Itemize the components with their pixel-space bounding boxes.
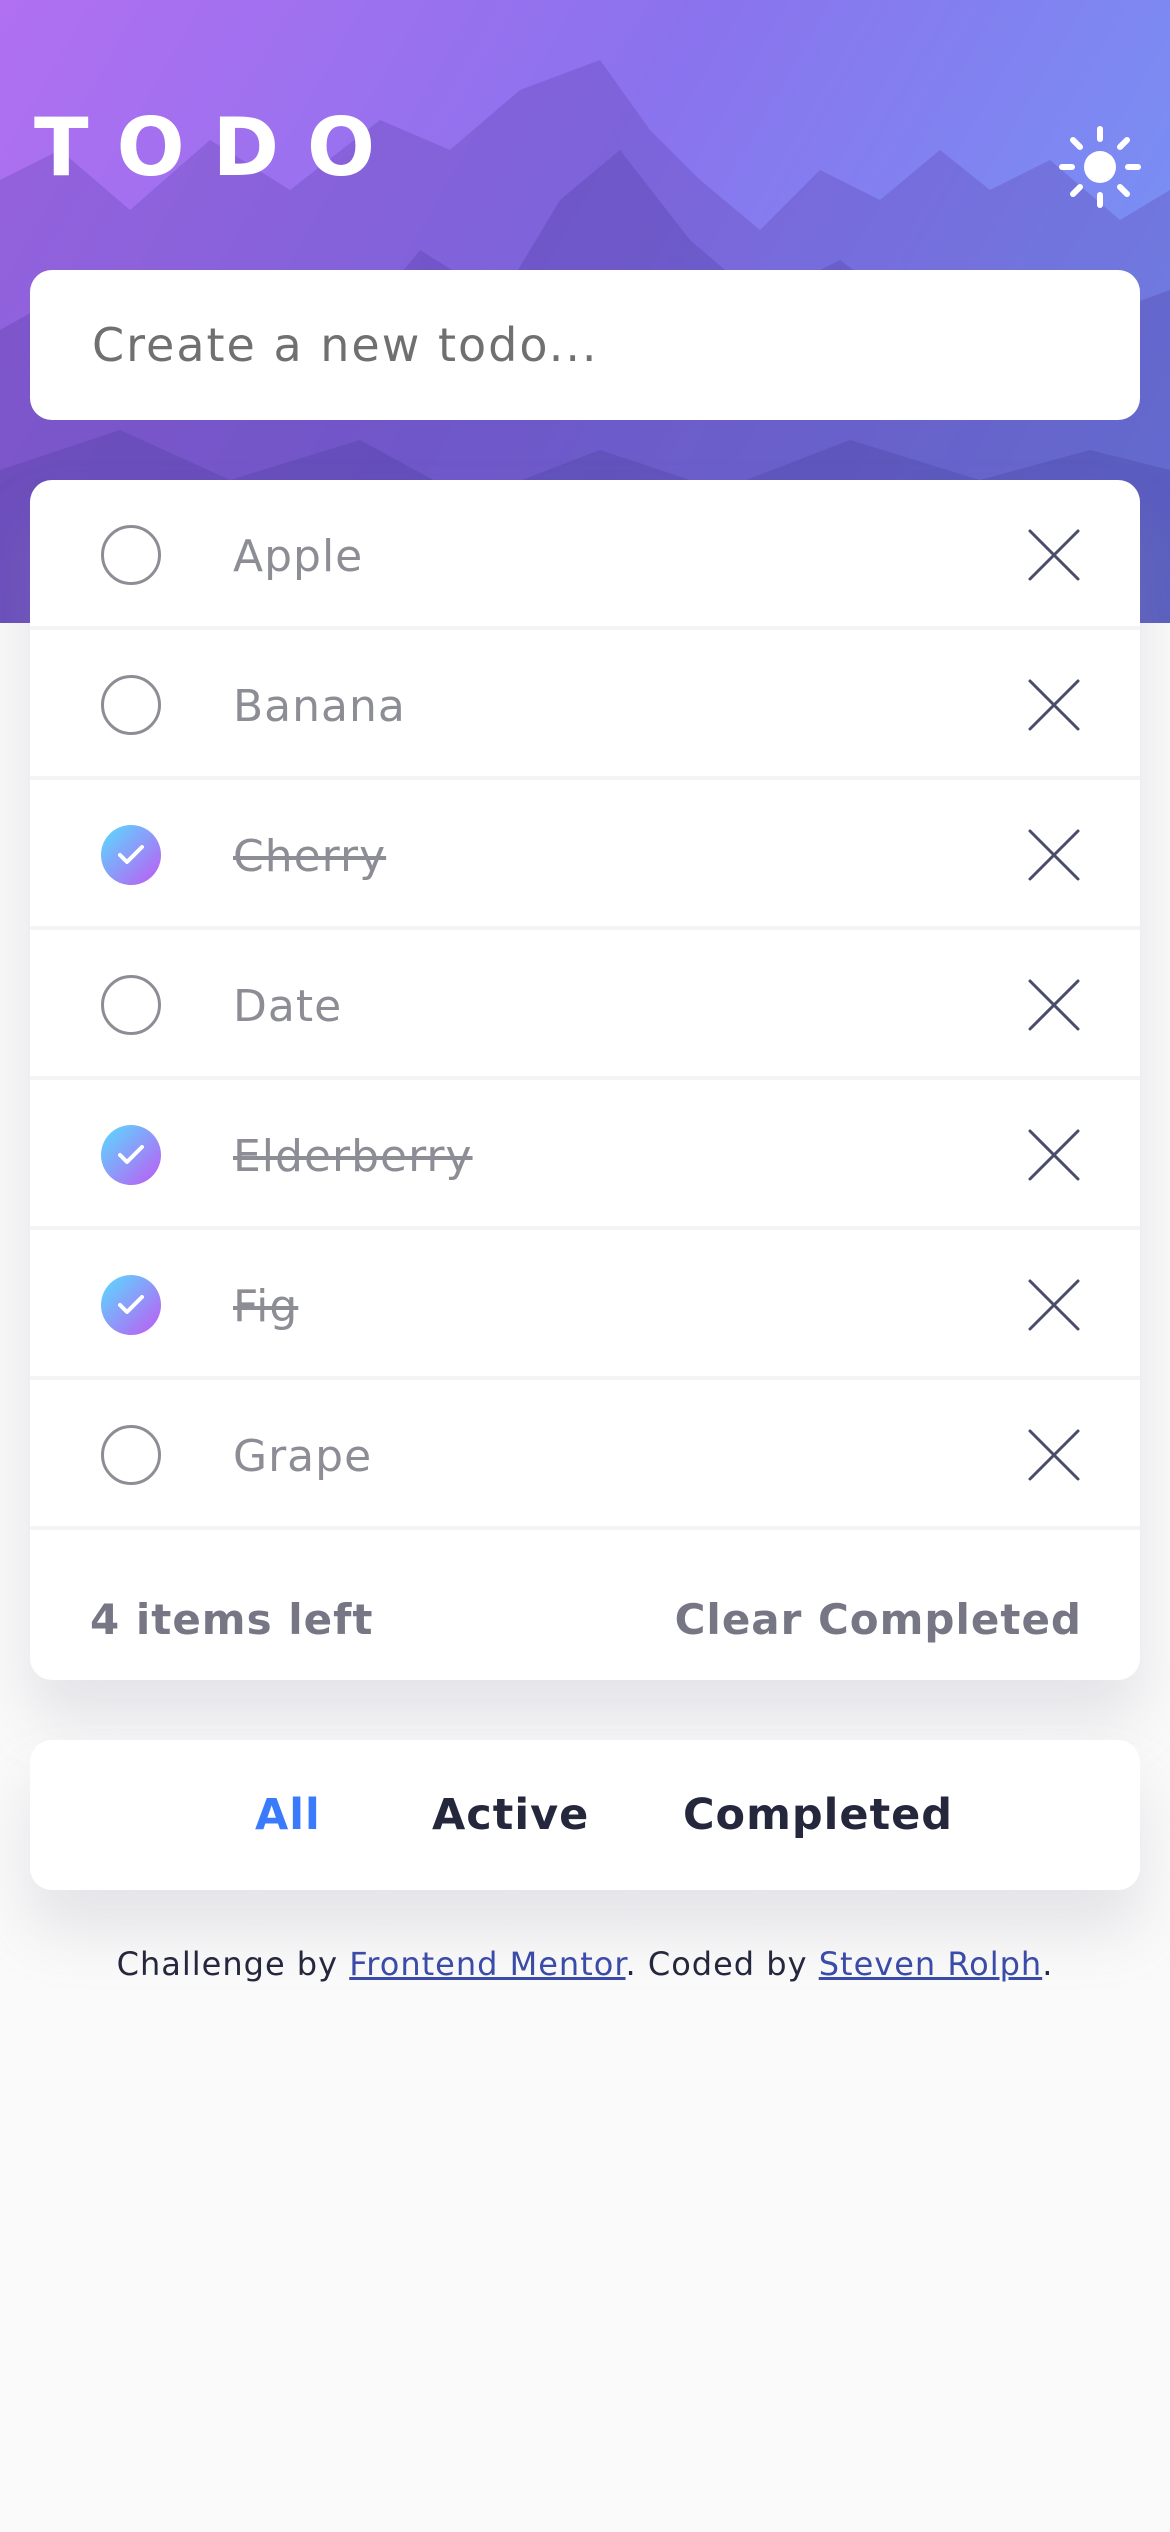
checked-circle-icon[interactable] [101, 1275, 161, 1335]
new-todo-input[interactable] [90, 317, 1050, 373]
close-icon[interactable] [1024, 525, 1084, 585]
filter-completed[interactable]: Completed [683, 1790, 953, 1840]
close-icon[interactable] [1024, 975, 1084, 1035]
todo-text: Cherry [233, 831, 387, 882]
app-title: TODO [34, 101, 403, 194]
close-icon[interactable] [1024, 675, 1084, 735]
todo-item[interactable]: Banana [30, 630, 1140, 780]
unchecked-circle-icon[interactable] [101, 525, 161, 585]
close-icon[interactable] [1024, 1125, 1084, 1185]
new-todo-box [30, 270, 1140, 420]
unchecked-circle-icon[interactable] [101, 975, 161, 1035]
todo-text: Fig [233, 1281, 299, 1332]
clear-completed-button[interactable]: Clear Completed [675, 1595, 1082, 1644]
todo-text: Grape [233, 1431, 373, 1482]
close-icon[interactable] [1024, 1275, 1084, 1335]
unchecked-circle-icon[interactable] [101, 1425, 161, 1485]
todo-item[interactable]: Fig [30, 1230, 1140, 1380]
todo-item[interactable]: Cherry [30, 780, 1140, 930]
todo-item[interactable]: Apple [30, 480, 1140, 630]
todo-item[interactable]: Grape [30, 1380, 1140, 1530]
attribution-prefix: Challenge by [116, 1945, 339, 1983]
todo-text: Elderberry [233, 1131, 473, 1182]
checked-circle-icon[interactable] [101, 1125, 161, 1185]
filter-all[interactable]: All [255, 1790, 321, 1840]
list-footer: 4 items left Clear Completed [30, 1555, 1140, 1680]
todo-text: Apple [233, 531, 364, 582]
todo-list: Apple Banana Cherry Date Elderberry Fig Grape 4… [30, 480, 1140, 1680]
sun-icon[interactable] [1058, 125, 1142, 209]
todo-item[interactable]: Elderberry [30, 1080, 1140, 1230]
attribution-suffix: . [1042, 1945, 1054, 1983]
close-icon[interactable] [1024, 1425, 1084, 1485]
todo-item[interactable]: Date [30, 930, 1140, 1080]
todo-text: Date [233, 981, 343, 1032]
filter-active[interactable]: Active [432, 1790, 589, 1840]
filter-bar: All Active Completed [30, 1740, 1140, 1890]
close-icon[interactable] [1024, 825, 1084, 885]
unchecked-circle-icon[interactable] [101, 675, 161, 735]
items-left-count: 4 items left [90, 1595, 374, 1644]
attribution: Challenge by Frontend Mentor. Coded by S… [0, 1945, 1170, 1983]
todo-text: Banana [233, 681, 406, 732]
frontend-mentor-link[interactable]: Frontend Mentor [349, 1945, 625, 1983]
checked-circle-icon[interactable] [101, 825, 161, 885]
attribution-middle: . Coded by [625, 1945, 808, 1983]
author-link[interactable]: Steven Rolph [819, 1945, 1042, 1983]
